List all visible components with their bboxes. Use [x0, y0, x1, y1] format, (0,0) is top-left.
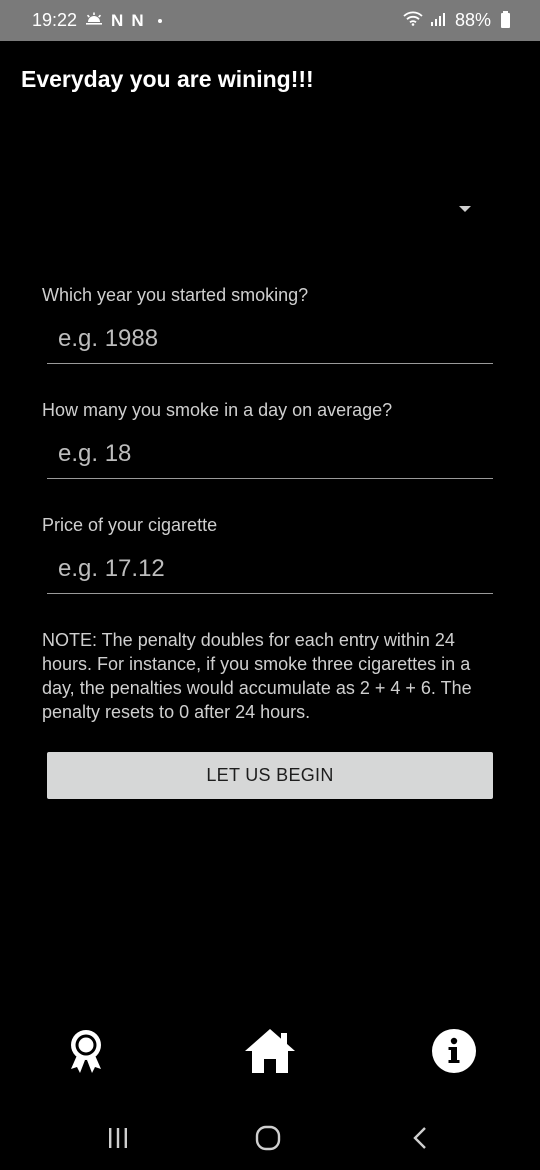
status-bar: 19:22 N N 88% [0, 0, 540, 41]
system-home-button[interactable] [246, 1110, 290, 1170]
status-right: 88% [403, 10, 510, 31]
dropdown-arrow-icon[interactable] [459, 206, 471, 212]
status-time: 19:22 [32, 10, 78, 30]
price-label: Price of your cigarette [42, 515, 218, 535]
battery-percent: 88% [454, 10, 491, 30]
start-year-label: Which year you started smoking? [42, 285, 309, 305]
daily-count-input[interactable] [47, 435, 493, 479]
wifi-icon [403, 10, 423, 31]
weather-icon [85, 10, 103, 31]
recent-apps-icon [106, 1127, 130, 1154]
back-icon [411, 1126, 429, 1155]
price-input[interactable] [47, 550, 493, 594]
status-left: 19:22 N N [32, 10, 162, 31]
start-year-input[interactable] [47, 320, 493, 364]
nav-info-button[interactable] [428, 1020, 480, 1084]
page-title: Everyday you are wining!!! [21, 66, 314, 92]
system-back-button[interactable] [398, 1110, 442, 1170]
penalty-note: NOTE: The penalty doubles for each entry… [42, 630, 472, 722]
more-notifications-dot-icon [157, 18, 162, 23]
nav-awards-button[interactable] [60, 1020, 112, 1084]
recent-apps-button[interactable] [96, 1110, 140, 1170]
system-nav-bar [0, 1110, 540, 1170]
let-us-begin-button[interactable]: LET US BEGIN [47, 752, 493, 799]
battery-icon [501, 11, 510, 28]
bottom-nav [0, 1020, 540, 1084]
notification-n-icon: N [111, 10, 124, 30]
notification-n-icon: N [131, 10, 144, 30]
daily-count-label: How many you smoke in a day on average? [42, 400, 393, 420]
home-icon [243, 1027, 297, 1078]
signal-icon [430, 10, 447, 31]
home-circle-icon [255, 1125, 281, 1156]
award-ribbon-icon [66, 1027, 106, 1078]
info-icon [431, 1028, 477, 1077]
nav-home-button[interactable] [240, 1020, 300, 1084]
